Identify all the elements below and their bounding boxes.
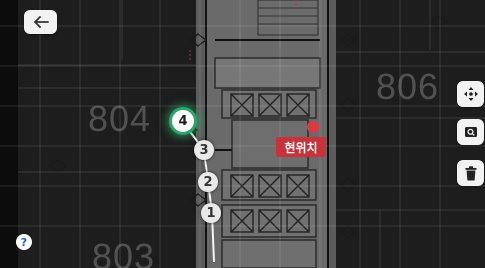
waypoint-2[interactable]: 2 bbox=[198, 172, 218, 192]
map-screen: 804 806 803 현위치 4 3 2 1 ? bbox=[0, 0, 485, 268]
floor-plan[interactable] bbox=[0, 0, 485, 268]
trash-icon bbox=[465, 165, 476, 180]
search-button[interactable] bbox=[457, 119, 484, 145]
room-label-803: 803 bbox=[92, 236, 156, 268]
delete-button[interactable] bbox=[457, 160, 484, 186]
search-icon bbox=[464, 127, 477, 137]
move-button[interactable] bbox=[457, 81, 484, 107]
waypoint-1[interactable]: 1 bbox=[201, 203, 221, 223]
room-label-804: 804 bbox=[88, 98, 152, 139]
help-icon: ? bbox=[20, 235, 28, 249]
move-arrows-icon bbox=[463, 87, 478, 101]
current-location-label: 현위치 bbox=[276, 137, 326, 157]
help-button[interactable]: ? bbox=[16, 234, 32, 250]
waypoint-4[interactable]: 4 bbox=[169, 107, 197, 135]
back-button[interactable] bbox=[24, 10, 57, 34]
waypoint-3[interactable]: 3 bbox=[194, 140, 214, 160]
arrow-left-icon bbox=[33, 16, 49, 28]
current-location-dot bbox=[307, 121, 319, 133]
room-label-806: 806 bbox=[376, 66, 440, 107]
